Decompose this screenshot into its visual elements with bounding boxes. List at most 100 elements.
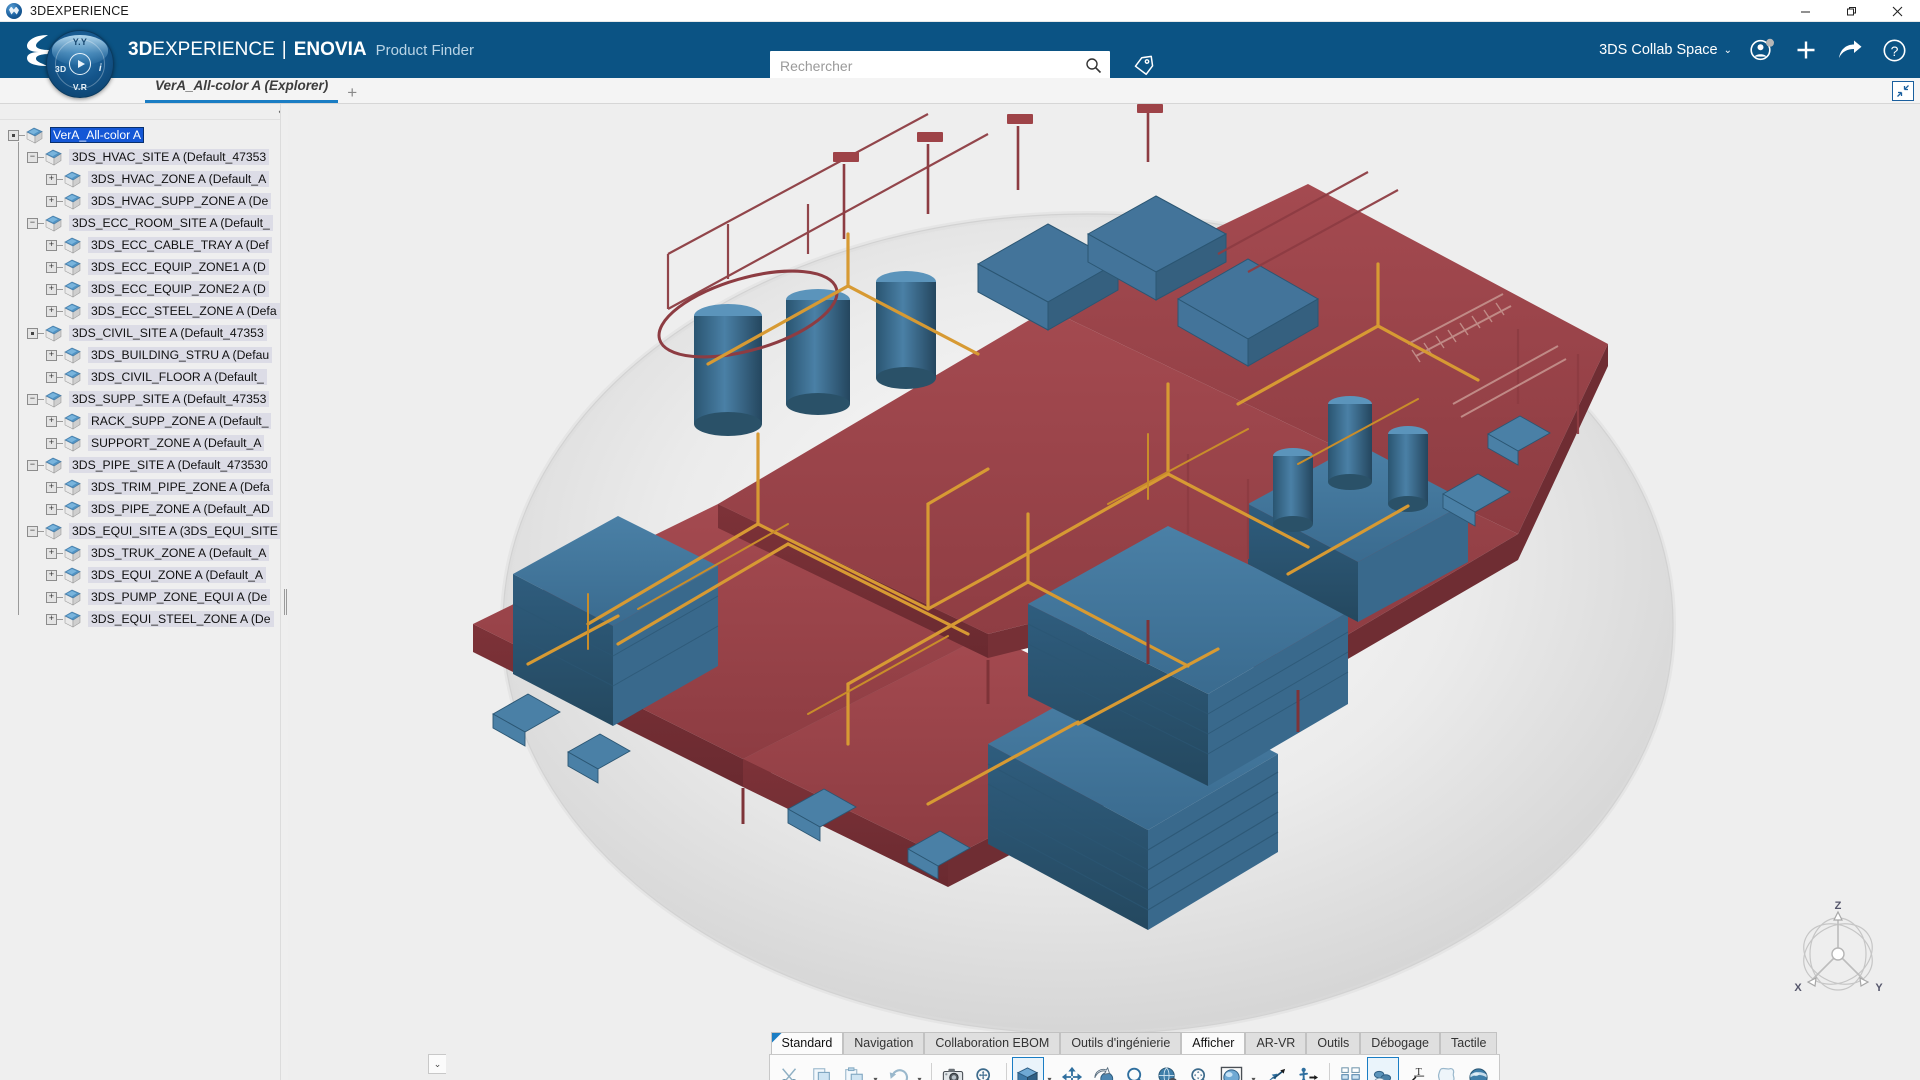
expand-plus-icon[interactable]: + (46, 613, 57, 625)
magnifier-target-icon[interactable] (1184, 1057, 1216, 1080)
tree-node[interactable]: − 3DS_SUPP_SITE A (Default_47353 (0, 388, 288, 410)
chevron-down-icon[interactable]: ▾ (1248, 1057, 1260, 1080)
action-tab-standard[interactable]: Standard (770, 1032, 844, 1054)
tree-node-label[interactable]: 3DS_EQUI_STEEL_ZONE A (De (88, 611, 274, 627)
tab-verA-all-color-explorer[interactable]: VerA_All-color A (Explorer) (145, 75, 339, 103)
expand-plus-icon[interactable]: + (46, 547, 57, 559)
expand-plus-icon[interactable]: + (46, 195, 57, 207)
undo-icon[interactable] (882, 1057, 914, 1080)
expand-plus-icon[interactable]: + (46, 173, 57, 185)
close-button[interactable] (1874, 0, 1920, 22)
plus-icon[interactable] (1792, 36, 1820, 64)
expand-plus-icon[interactable]: + (46, 305, 57, 317)
section-sphere-icon[interactable] (1463, 1057, 1495, 1080)
tree-node[interactable]: + 3DS_ECC_EQUIP_ZONE2 A (D (0, 278, 288, 300)
cut-scissors-icon[interactable] (774, 1057, 806, 1080)
tree-node-label[interactable]: 3DS_SUPP_SITE A (Default_47353 (69, 391, 270, 407)
action-tab-outils-d-ing-nierie[interactable]: Outils d'ingénierie (1060, 1032, 1182, 1054)
chevron-down-icon[interactable]: ▾ (870, 1057, 882, 1080)
tree-node-label[interactable]: 3DS_EQUI_ZONE A (Default_A (88, 567, 267, 583)
tree-node-label[interactable]: RACK_SUPP_ZONE A (Default_ (88, 413, 272, 429)
action-tab-tactile[interactable]: Tactile (1440, 1032, 1498, 1054)
axis-orientation-compass[interactable]: Z X Y (1778, 896, 1898, 1006)
action-tab-collaboration-ebom[interactable]: Collaboration EBOM (924, 1032, 1061, 1054)
collapse-minus-icon[interactable]: − (27, 393, 38, 405)
action-tab-outils[interactable]: Outils (1306, 1032, 1361, 1054)
annotation-text-icon[interactable]: T (1399, 1057, 1431, 1080)
node-dot-icon[interactable] (27, 327, 38, 339)
tree-node[interactable]: + 3DS_EQUI_STEEL_ZONE A (De (0, 608, 288, 630)
tree-node-label[interactable]: 3DS_HVAC_SITE A (Default_47353 (69, 149, 270, 165)
expand-plus-icon[interactable]: + (46, 415, 57, 427)
tree-node-label[interactable]: 3DS_ECC_EQUIP_ZONE2 A (D (88, 281, 269, 297)
collapse-minus-icon[interactable]: − (27, 151, 38, 163)
tree-node[interactable]: + 3DS_BUILDING_STRU A (Defau (0, 344, 288, 366)
collapse-minus-icon[interactable]: − (27, 525, 38, 537)
multi-select-icon[interactable] (1366, 1057, 1399, 1080)
tree-node[interactable]: + 3DS_ECC_EQUIP_ZONE1 A (D (0, 256, 288, 278)
chevron-down-icon[interactable]: ▾ (914, 1057, 926, 1080)
tree-node-label[interactable]: 3DS_EQUI_SITE A (3DS_EQUI_SITE (69, 523, 281, 539)
minimize-button[interactable] (1782, 0, 1828, 22)
chevron-down-icon[interactable]: ▾ (1044, 1057, 1056, 1080)
tree-node[interactable]: + 3DS_PUMP_ZONE_EQUI A (De (0, 586, 288, 608)
tree-node[interactable]: + 3DS_CIVIL_FLOOR A (Default_ (0, 366, 288, 388)
tree-node[interactable]: + 3DS_EQUI_ZONE A (Default_A (0, 564, 288, 586)
collapse-arrows-icon[interactable] (1892, 81, 1914, 101)
tree-node-label[interactable]: 3DS_ECC_CABLE_TRAY A (Def (88, 237, 272, 253)
cube-view-icon[interactable] (1011, 1057, 1044, 1080)
search-box[interactable] (770, 51, 1110, 80)
tree-node[interactable]: − 3DS_EQUI_SITE A (3DS_EQUI_SITE (0, 520, 288, 542)
paste-icon[interactable] (838, 1057, 870, 1080)
tree-node-label[interactable]: 3DS_HVAC_SUPP_ZONE A (De (88, 193, 272, 209)
action-tab-ar-vr[interactable]: AR-VR (1245, 1032, 1307, 1054)
globe-settings-icon[interactable] (1152, 1057, 1184, 1080)
copy-icon[interactable] (806, 1057, 838, 1080)
node-dot-icon[interactable] (8, 129, 19, 141)
tree-node[interactable]: 3DS_CIVIL_SITE A (Default_47353 (0, 322, 288, 344)
search-icon[interactable] (1076, 51, 1110, 80)
tree-node[interactable]: − 3DS_PIPE_SITE A (Default_473530 (0, 454, 288, 476)
add-tab-button[interactable]: + (347, 83, 357, 103)
restore-button[interactable] (1828, 0, 1874, 22)
tree-node[interactable]: + 3DS_TRUK_ZONE A (Default_A (0, 542, 288, 564)
tree-node[interactable]: + SUPPORT_ZONE A (Default_A (0, 432, 288, 454)
collapse-minus-icon[interactable]: − (27, 459, 38, 471)
search-input[interactable] (770, 51, 1076, 80)
tree-node[interactable]: + 3DS_HVAC_SUPP_ZONE A (De (0, 190, 288, 212)
pan-move-icon[interactable] (1056, 1057, 1088, 1080)
expand-plus-icon[interactable]: + (46, 437, 57, 449)
rotate-hand-icon[interactable] (1088, 1057, 1120, 1080)
tree-node-label[interactable]: SUPPORT_ZONE A (Default_A (88, 435, 265, 451)
action-tab-d-bogage[interactable]: Débogage (1360, 1032, 1440, 1054)
tree-layout-icon[interactable] (1335, 1057, 1367, 1080)
tree-node[interactable]: − 3DS_ECC_ROOM_SITE A (Default_ (0, 212, 288, 234)
tree-node-label[interactable]: 3DS_HVAC_ZONE A (Default_A (88, 171, 270, 187)
expand-plus-icon[interactable]: + (46, 569, 57, 581)
tree-node[interactable]: + 3DS_TRIM_PIPE_ZONE A (Defa (0, 476, 288, 498)
tree-node-label[interactable]: 3DS_ECC_STEEL_ZONE A (Defa (88, 303, 280, 319)
action-bar-collapse-button[interactable]: ⌄ (428, 1054, 446, 1074)
action-tab-afficher[interactable]: Afficher (1181, 1032, 1246, 1054)
expand-plus-icon[interactable]: + (46, 503, 57, 515)
panel-resize-grip[interactable] (280, 104, 288, 1080)
tag-icon[interactable] (1130, 52, 1158, 80)
collapse-minus-icon[interactable]: − (27, 217, 38, 229)
user-account-icon[interactable] (1748, 36, 1776, 64)
tree-node-label[interactable]: 3DS_ECC_EQUIP_ZONE1 A (D (88, 259, 269, 275)
tree-node-label[interactable]: 3DS_CIVIL_SITE A (Default_47353 (69, 325, 267, 341)
render-sphere-icon[interactable] (1216, 1057, 1248, 1080)
magnifier-fit-icon[interactable] (969, 1057, 1001, 1080)
walk-mode-icon[interactable] (1292, 1057, 1324, 1080)
tree-node[interactable]: + 3DS_HVAC_ZONE A (Default_A (0, 168, 288, 190)
compass-play-icon[interactable] (69, 53, 91, 75)
expand-plus-icon[interactable]: + (46, 591, 57, 603)
3d-compass-widget[interactable]: Y.Y 3D i V.R (46, 30, 114, 98)
expand-plus-icon[interactable]: + (46, 283, 57, 295)
tree-node-label[interactable]: VerA_All-color A (50, 127, 145, 143)
camera-snapshot-icon[interactable] (937, 1057, 969, 1080)
zoom-icon[interactable] (1120, 1057, 1152, 1080)
tree-node-label[interactable]: 3DS_PIPE_SITE A (Default_473530 (69, 457, 271, 473)
3d-viewport[interactable]: Z X Y (288, 104, 1920, 1080)
expand-plus-icon[interactable]: + (46, 481, 57, 493)
